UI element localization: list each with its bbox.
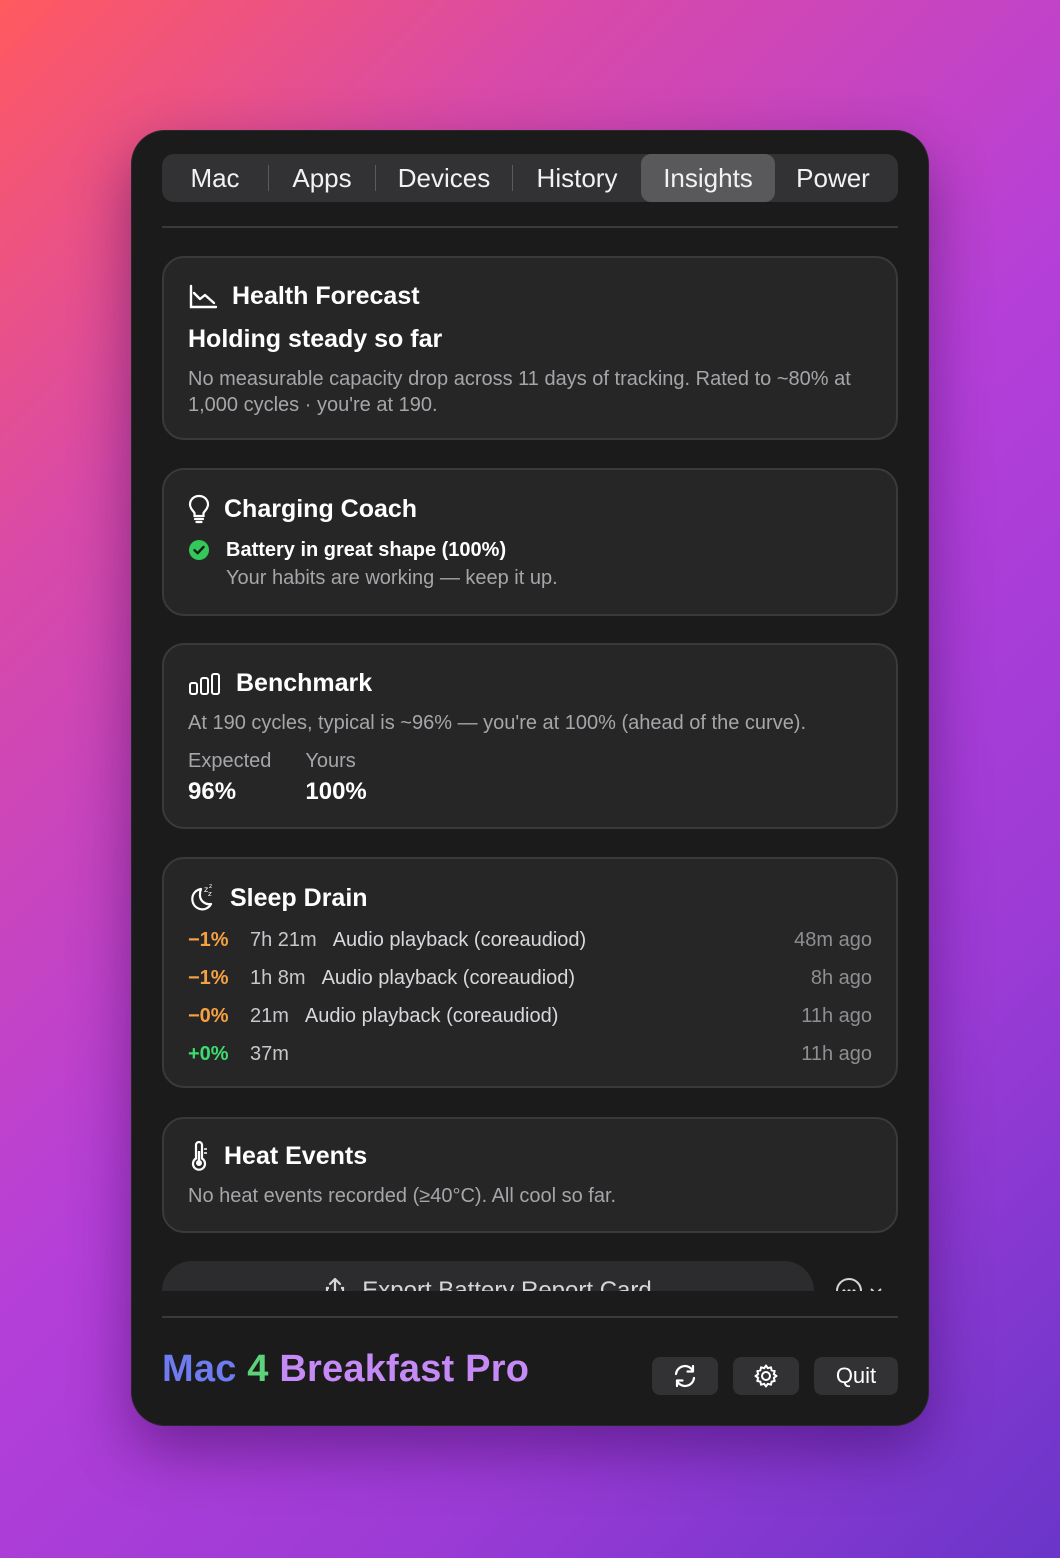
coach-note: Your habits are working — keep it up. <box>226 567 558 589</box>
tab-insights[interactable]: Insights <box>641 154 775 202</box>
heat-events-body: No heat events recorded (≥40°C). All coo… <box>188 1185 617 1207</box>
sleep-drain-row: −1% 1h 8m Audio playback (coreaudiod) 8h ag… <box>188 959 872 997</box>
insights-panel: Mac Apps Devices History Insights Power … <box>131 130 929 1426</box>
drain-duration: 1h 8m <box>250 966 306 989</box>
svg-text:z: z <box>208 890 212 898</box>
sleep-drain-row: −1% 7h 21m Audio playback (coreaudiod) 48m … <box>188 921 872 959</box>
expected-label: Expected <box>188 750 272 772</box>
header-divider <box>162 226 898 228</box>
scroll-clip: Export Battery Report Card <box>131 1261 929 1291</box>
sleep-drain-title: Sleep Drain <box>230 883 368 912</box>
drain-percent: −1% <box>188 928 229 951</box>
health-forecast-headline: Holding steady so far <box>188 325 443 353</box>
drain-percent: −0% <box>188 1004 229 1027</box>
sleep-drain-list: −1% 7h 21m Audio playback (coreaudiod) 48m … <box>188 921 872 1073</box>
coach-status-text: Battery in great shape (100%) Your habit… <box>226 536 558 592</box>
drain-cause: Audio playback (coreaudiod) <box>304 1004 559 1027</box>
expected-value: 96% <box>188 778 237 805</box>
drain-time-ago: 48m ago <box>794 928 872 951</box>
heat-events-card: Heat Events No heat events recorded (≥40… <box>162 1117 898 1233</box>
refresh-button[interactable] <box>652 1357 718 1395</box>
lightbulb-icon <box>188 494 210 524</box>
ellipsis-circle-icon <box>836 1278 862 1291</box>
thermometer-icon <box>188 1141 210 1171</box>
quit-button[interactable]: Quit <box>814 1357 898 1395</box>
gear-icon <box>754 1364 778 1388</box>
benchmark-header: Benchmark <box>188 669 872 698</box>
sleep-drain-header: zzz Sleep Drain <box>188 883 872 913</box>
sleep-drain-row: −0% 21m Audio playback (coreaudiod) 11h ago <box>188 997 872 1035</box>
drain-cause: Audio playback (coreaudiod) <box>321 966 576 989</box>
heat-events-title: Heat Events <box>224 1141 368 1170</box>
benchmark-yours: Yours 100% <box>305 748 366 806</box>
brand-part-breakfast-pro: Breakfast Pro <box>279 1348 530 1390</box>
tab-history[interactable]: History <box>513 154 641 202</box>
brand-part-mac: Mac <box>162 1348 237 1390</box>
charging-coach-title: Charging Coach <box>224 494 418 523</box>
health-forecast-header: Health Forecast <box>188 282 872 311</box>
refresh-icon <box>674 1364 696 1388</box>
drain-duration: 37m <box>250 1042 289 1065</box>
drain-cause: Audio playback (coreaudiod) <box>332 928 587 951</box>
settings-button[interactable] <box>733 1357 799 1395</box>
moon-zzz-icon: zzz <box>188 883 216 913</box>
charging-coach-header: Charging Coach <box>188 494 872 524</box>
drain-duration: 21m <box>250 1004 289 1027</box>
export-report-label: Export Battery Report Card <box>362 1277 652 1291</box>
yours-value: 100% <box>305 778 367 805</box>
tab-power[interactable]: Power <box>775 154 891 202</box>
tab-apps[interactable]: Apps <box>269 154 375 202</box>
bar-chart-icon <box>188 672 222 696</box>
drain-percent: −1% <box>188 966 229 989</box>
charging-coach-card: Charging Coach Battery in great shape (1… <box>162 468 898 616</box>
health-forecast-body: No measurable capacity drop across 11 da… <box>188 368 851 416</box>
benchmark-body: At 190 cycles, typical is ~96% — you're … <box>188 712 807 734</box>
share-icon <box>324 1277 346 1291</box>
export-report-button[interactable]: Export Battery Report Card <box>162 1261 814 1291</box>
health-forecast-card: Health Forecast Holding steady so far No… <box>162 256 898 440</box>
tab-devices[interactable]: Devices <box>376 154 512 202</box>
benchmark-title: Benchmark <box>236 669 373 697</box>
drain-duration: 7h 21m <box>250 928 317 951</box>
checkmark-circle-icon <box>188 539 210 561</box>
tab-mac[interactable]: Mac <box>162 154 268 202</box>
benchmark-card: Benchmark At 190 cycles, typical is ~96%… <box>162 643 898 829</box>
sleep-drain-row: +0% 37m 11h ago <box>188 1035 872 1073</box>
app-brand: Mac 4 Breakfast Pro <box>162 1348 529 1391</box>
chevron-down-icon <box>870 1288 882 1291</box>
drain-time-ago: 8h ago <box>810 966 872 989</box>
chart-line-down-icon <box>188 284 218 310</box>
footer-divider <box>162 1316 898 1318</box>
brand-part-4: 4 <box>247 1348 269 1390</box>
coach-status: Battery in great shape (100%) <box>226 539 507 561</box>
svg-text:z: z <box>209 883 212 890</box>
drain-time-ago: 11h ago <box>801 1004 872 1027</box>
coach-status-row: Battery in great shape (100%) Your habit… <box>188 536 872 592</box>
drain-time-ago: 11h ago <box>801 1042 872 1065</box>
health-forecast-title: Health Forecast <box>232 282 420 310</box>
more-menu-button[interactable] <box>835 1277 883 1291</box>
tab-bar: Mac Apps Devices History Insights Power <box>162 154 898 202</box>
yours-label: Yours <box>305 750 356 772</box>
drain-percent: +0% <box>188 1042 229 1065</box>
quit-label: Quit <box>835 1363 877 1388</box>
heat-events-header: Heat Events <box>188 1141 872 1171</box>
benchmark-stats: Expected 96% Yours 100% <box>188 748 872 806</box>
sleep-drain-card: zzz Sleep Drain −1% 7h 21m Audio playback … <box>162 857 898 1088</box>
benchmark-expected: Expected 96% <box>188 748 271 806</box>
